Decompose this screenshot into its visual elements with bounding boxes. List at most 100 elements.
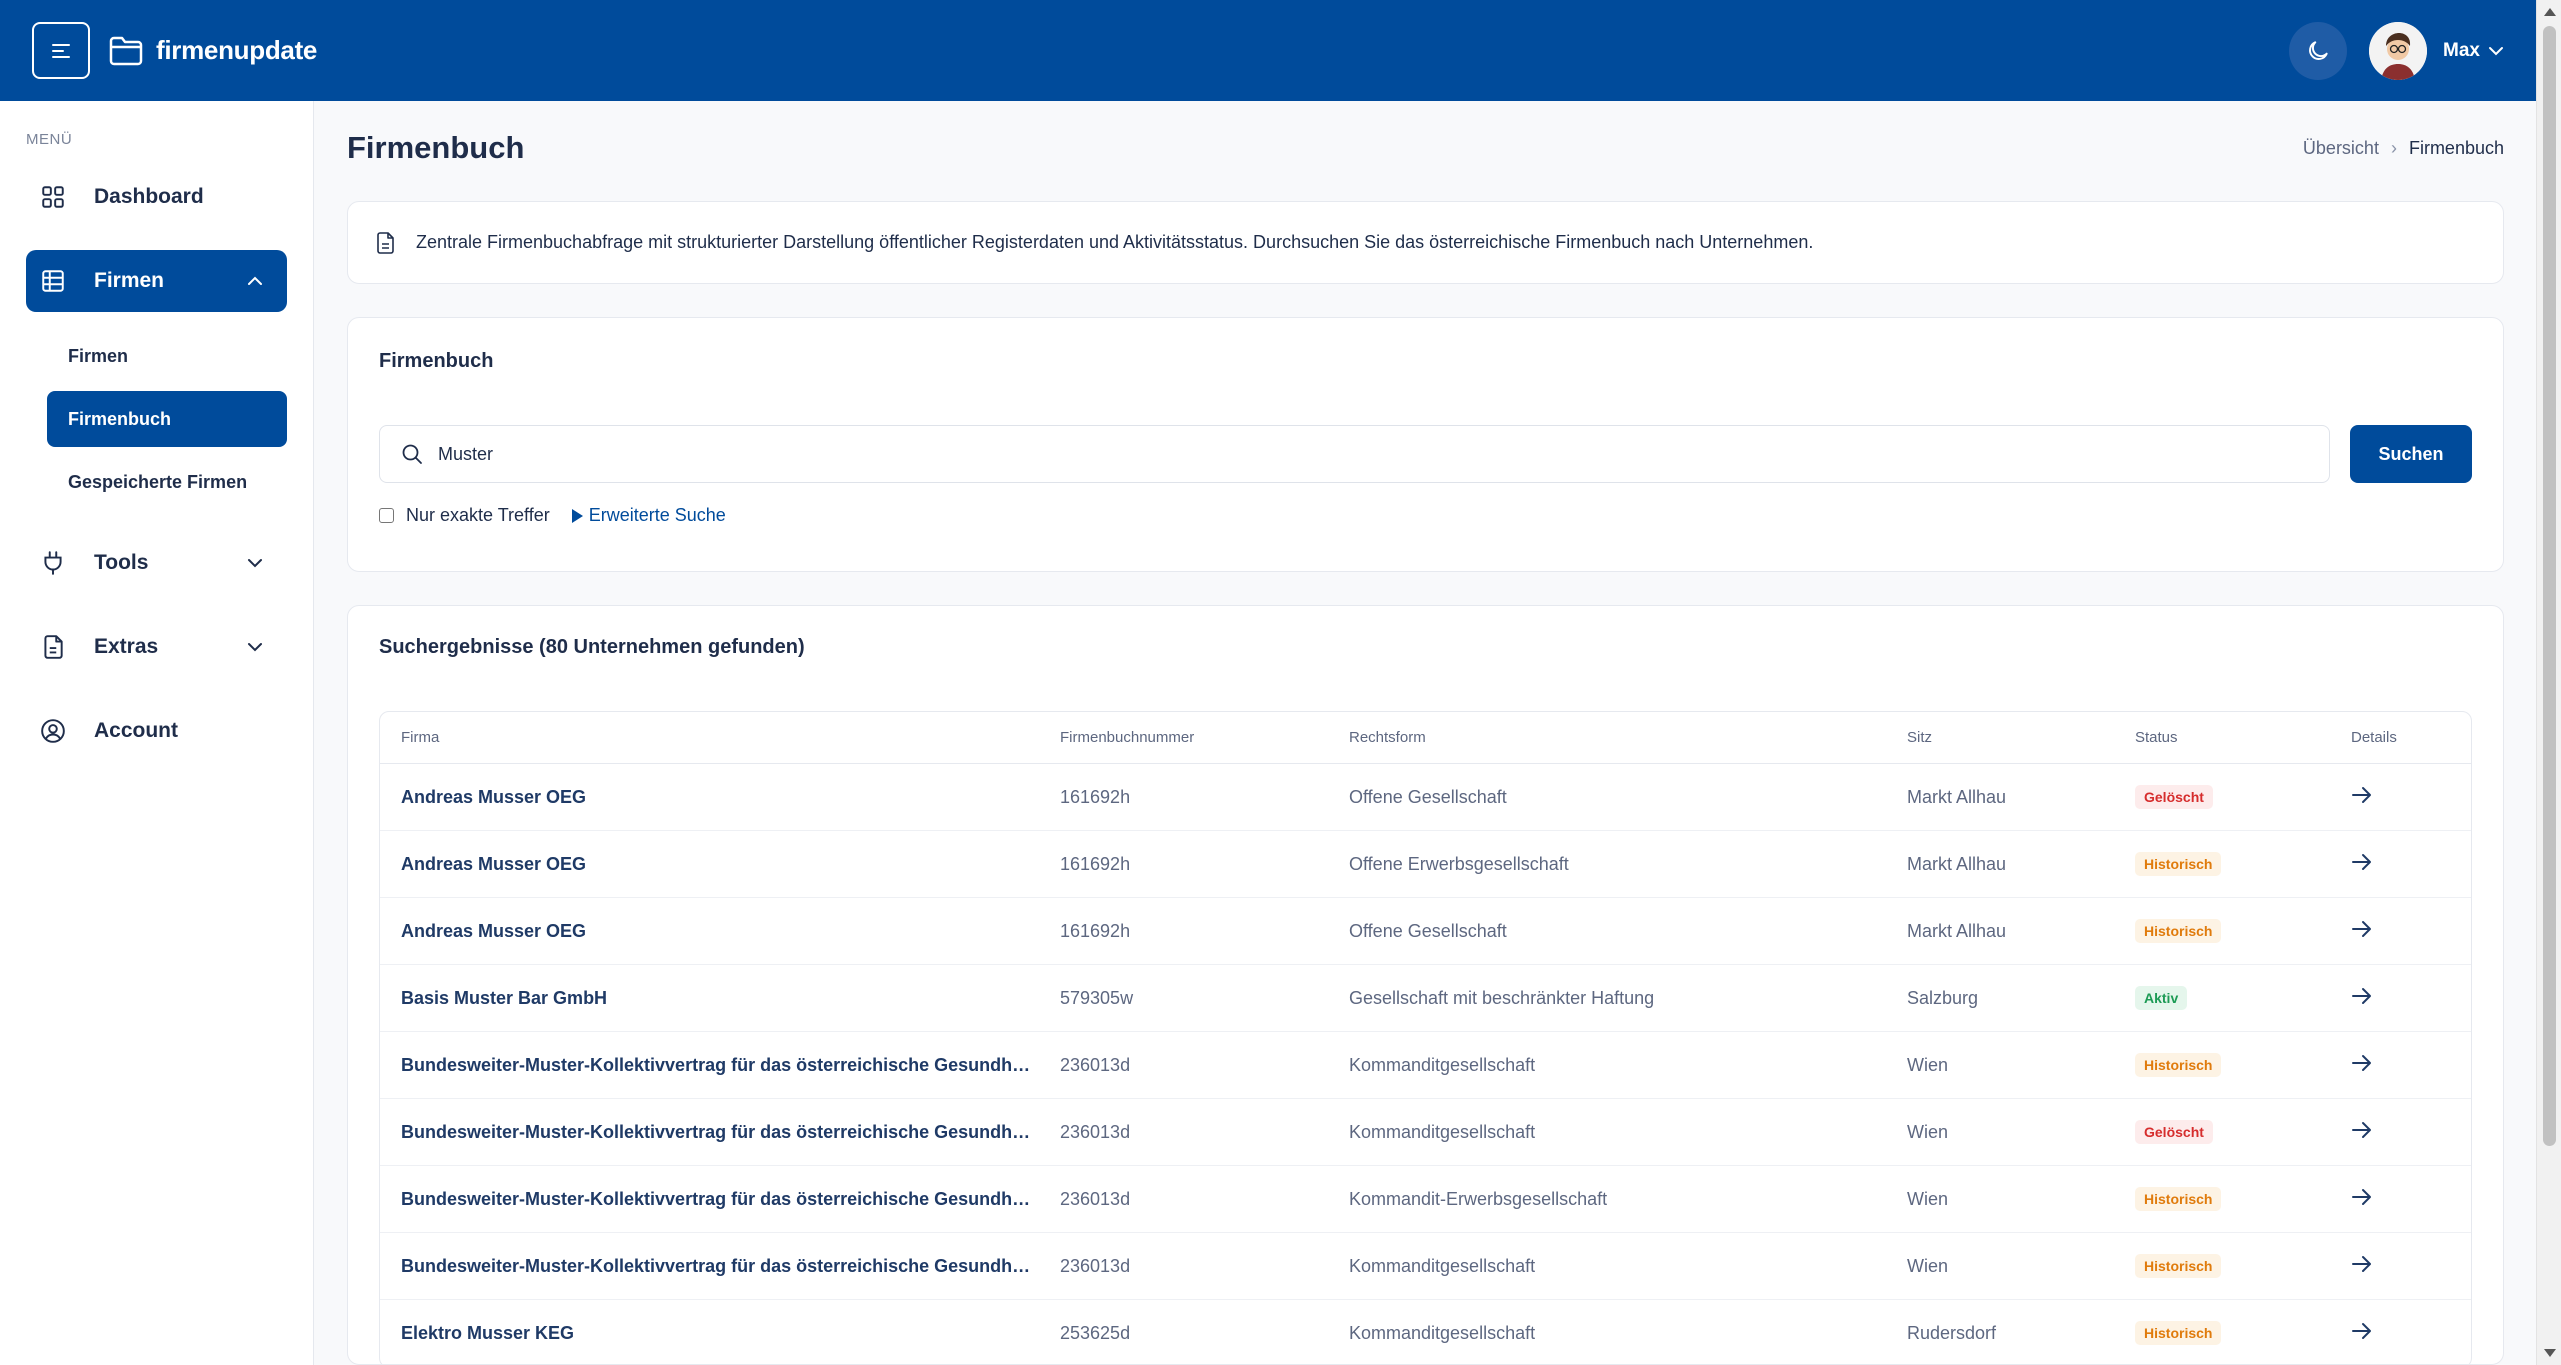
cell-firma[interactable]: Bundesweiter-Muster-Kollektivvertrag für… <box>401 1256 1060 1277</box>
cell-firma[interactable]: Andreas Musser OEG <box>401 921 1060 942</box>
search-input[interactable]: Muster <box>379 425 2330 483</box>
cell-status: Historisch <box>2135 852 2351 876</box>
menu-icon <box>52 43 70 58</box>
status-badge: Historisch <box>2135 1321 2222 1345</box>
arrow-right-icon[interactable] <box>2351 853 2373 871</box>
chevron-down-icon <box>2489 46 2503 55</box>
folder-icon <box>109 36 143 65</box>
sidebar-item-dashboard[interactable]: Dashboard <box>26 166 287 228</box>
user-circle-icon <box>41 719 65 743</box>
column-header-firmenbuchnummer: Firmenbuchnummer <box>1060 729 1195 746</box>
exact-match-checkbox[interactable] <box>379 508 394 523</box>
cell-rechtsform: Kommandit-Erwerbsgesellschaft <box>1349 1188 1608 1209</box>
user-menu[interactable]: Max <box>2443 40 2504 62</box>
avatar[interactable] <box>2369 21 2428 80</box>
arrow-right-icon[interactable] <box>2351 920 2373 938</box>
breadcrumb-link-uebersicht[interactable]: Übersicht <box>2303 138 2379 159</box>
arrow-right-icon[interactable] <box>2351 1322 2373 1340</box>
cell-sitz: Wien <box>1907 1054 1949 1075</box>
sidebar-item-account[interactable]: Account <box>26 700 287 762</box>
advanced-search-toggle[interactable]: Erweiterte Suche <box>571 505 726 526</box>
cell-status: Gelöscht <box>2135 785 2351 809</box>
cell-firmenbuchnummer: 236013d <box>1060 1054 1131 1075</box>
submenu-item-firmen[interactable]: Firmen <box>47 328 287 384</box>
menu-toggle-button[interactable] <box>32 22 90 79</box>
arrow-right-icon[interactable] <box>2351 786 2373 804</box>
table-row[interactable]: Andreas Musser OEG 161692h Offene Gesellsc… <box>380 898 2471 965</box>
column-header-status: Status <box>2135 729 2178 746</box>
cell-sitz: Markt Allhau <box>1907 853 2007 874</box>
cell-rechtsform: Offene Gesellschaft <box>1349 920 1507 941</box>
cell-firmenbuchnummer: 236013d <box>1060 1188 1131 1209</box>
cell-sitz: Wien <box>1907 1121 1949 1142</box>
scroll-thumb[interactable] <box>2543 26 2556 1146</box>
cell-details <box>2351 853 2431 876</box>
info-text: Zentrale Firmenbuchabfrage mit strukturi… <box>416 232 1814 252</box>
sidebar-item-label: Account <box>94 719 178 742</box>
cell-firma[interactable]: Basis Muster Bar GmbH <box>401 988 1060 1009</box>
user-avatar-icon <box>2369 21 2428 80</box>
cell-details <box>2351 786 2431 809</box>
scroll-down-arrow[interactable] <box>2544 1349 2556 1357</box>
cell-firma[interactable]: Bundesweiter-Muster-Kollektivvertrag für… <box>401 1189 1060 1210</box>
cell-firma[interactable]: Bundesweiter-Muster-Kollektivvertrag für… <box>401 1055 1060 1076</box>
table-body: Andreas Musser OEG 161692h Offene Gesellsc… <box>380 764 2471 1365</box>
cell-firma[interactable]: Andreas Musser OEG <box>401 854 1060 875</box>
exact-match-label[interactable]: Nur exakte Treffer <box>406 505 550 526</box>
arrow-right-icon[interactable] <box>2351 1121 2373 1139</box>
sidebar-item-firmen[interactable]: Firmen <box>26 250 287 312</box>
cell-details <box>2351 1188 2431 1211</box>
table-row[interactable]: Andreas Musser OEG 161692h Offene Erwerbsg… <box>380 831 2471 898</box>
results-table: Firma Firmenbuchnummer Rechtsform Sitz S… <box>379 711 2472 1365</box>
sidebar-item-label: Firmen <box>94 269 165 292</box>
page-scrollbar[interactable] <box>2536 0 2561 1365</box>
brand[interactable]: firmenupdate <box>108 35 317 67</box>
results-card: Suchergebnisse (80 Unternehmen gefunden)… <box>347 605 2504 1365</box>
cell-sitz: Markt Allhau <box>1907 920 2007 941</box>
cell-details <box>2351 920 2431 943</box>
table-row[interactable]: Bundesweiter-Muster-Kollektivvertrag für… <box>380 1032 2471 1099</box>
cell-rechtsform: Kommanditgesellschaft <box>1349 1255 1536 1276</box>
submenu-item-firmenbuch[interactable]: Firmenbuch <box>47 391 287 447</box>
firmen-submenu: Firmen Firmenbuch Gespeicherte Firmen <box>47 328 287 510</box>
scroll-up-arrow[interactable] <box>2544 8 2556 16</box>
table-row[interactable]: Bundesweiter-Muster-Kollektivvertrag für… <box>380 1233 2471 1300</box>
cell-status: Historisch <box>2135 1187 2351 1211</box>
sidebar: MENÜ Dashboard Firmen Firmen Firmenbuch … <box>0 101 314 1365</box>
cell-status: Historisch <box>2135 919 2351 943</box>
cell-firma[interactable]: Andreas Musser OEG <box>401 787 1060 808</box>
sidebar-item-tools[interactable]: Tools <box>26 532 287 594</box>
search-button[interactable]: Suchen <box>2350 425 2472 483</box>
arrow-right-icon[interactable] <box>2351 1255 2373 1273</box>
arrow-right-icon[interactable] <box>2351 987 2373 1005</box>
column-header-details: Details <box>2351 729 2397 746</box>
search-icon <box>402 444 422 464</box>
theme-toggle-button[interactable] <box>2289 21 2348 80</box>
info-banner: Zentrale Firmenbuchabfrage mit strukturi… <box>347 201 2504 284</box>
status-badge: Historisch <box>2135 1187 2222 1211</box>
plug-icon <box>44 551 62 575</box>
table-row[interactable]: Basis Muster Bar GmbH 579305w Gesellschaft… <box>380 965 2471 1032</box>
sidebar-item-label: Dashboard <box>94 185 204 208</box>
chevron-down-icon <box>248 643 262 652</box>
arrow-right-icon[interactable] <box>2351 1054 2373 1072</box>
cell-firma[interactable]: Bundesweiter-Muster-Kollektivvertrag für… <box>401 1122 1060 1143</box>
document-icon <box>377 231 394 254</box>
table-row[interactable]: Elektro Musser KEG 253625d Kommanditgesell… <box>380 1300 2471 1365</box>
table-row[interactable]: Bundesweiter-Muster-Kollektivvertrag für… <box>380 1166 2471 1233</box>
triangle-right-icon <box>571 508 583 523</box>
table-row[interactable]: Andreas Musser OEG 161692h Offene Gesellsc… <box>380 764 2471 831</box>
chevron-up-icon <box>248 276 262 285</box>
column-header-rechtsform: Rechtsform <box>1349 729 1426 746</box>
cell-firma[interactable]: Elektro Musser KEG <box>401 1323 1060 1344</box>
arrow-right-icon[interactable] <box>2351 1188 2373 1206</box>
table-header: Firma Firmenbuchnummer Rechtsform Sitz S… <box>380 712 2471 764</box>
sidebar-item-extras[interactable]: Extras <box>26 616 287 678</box>
cell-status: Aktiv <box>2135 986 2351 1010</box>
table-row[interactable]: Bundesweiter-Muster-Kollektivvertrag für… <box>380 1099 2471 1166</box>
cell-status: Gelöscht <box>2135 1120 2351 1144</box>
status-badge: Gelöscht <box>2135 1120 2213 1144</box>
page-title: Firmenbuch <box>347 130 525 165</box>
submenu-item-gespeicherte-firmen[interactable]: Gespeicherte Firmen <box>47 454 287 510</box>
column-header-sitz: Sitz <box>1907 729 1933 746</box>
